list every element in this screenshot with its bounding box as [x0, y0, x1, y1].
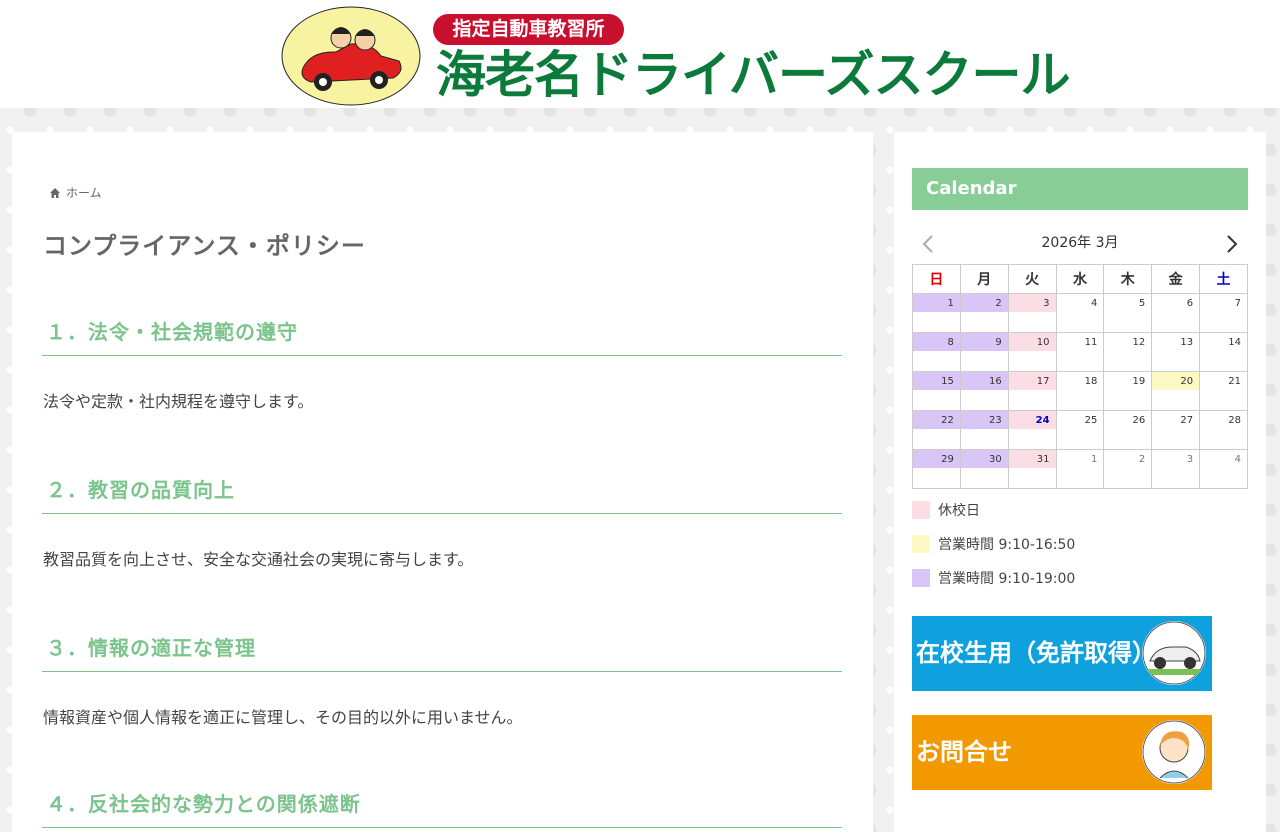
calendar-day: 22 — [912, 410, 961, 450]
section-heading: １．法令・社会規範の遵守 — [42, 316, 842, 356]
calendar-day: 15 — [912, 371, 961, 411]
breadcrumb-home-link[interactable]: ホーム — [66, 186, 102, 200]
calendar-widget-title: Calendar — [912, 168, 1248, 210]
calendar-day: 5 — [1103, 293, 1153, 333]
legend-swatch — [912, 501, 930, 519]
section-body: 情報資産や個人情報を適正に管理し、その目的以外に用いません。 — [43, 708, 523, 727]
section-2: ２．教習の品質向上 教習品質を向上させ、安全な交通社会の実現に寄与します。 — [42, 474, 842, 570]
section-heading: ４．反社会的な勢力との関係遮断 — [42, 788, 842, 828]
weekday-header: 土 — [1199, 264, 1248, 294]
calendar-day: 8 — [912, 332, 961, 372]
calendar-day: 2 — [1103, 449, 1153, 489]
page-title: コンプライアンス・ポリシー — [43, 232, 366, 260]
calendar-day: 29 — [912, 449, 961, 489]
operator-illustration-icon — [1142, 720, 1206, 784]
weekday-header: 金 — [1151, 264, 1201, 294]
calendar-day: 26 — [1103, 410, 1153, 450]
designated-school-pill: 指定自動車教習所 — [433, 14, 624, 45]
school-logo[interactable] — [281, 6, 421, 106]
calendar-day: 11 — [1055, 332, 1105, 372]
calendar-day: 23 — [959, 410, 1009, 450]
section-4: ４．反社会的な勢力との関係遮断 — [42, 788, 842, 828]
calendar-day: 18 — [1055, 371, 1105, 411]
main-content: ホーム コンプライアンス・ポリシー １．法令・社会規範の遵守 法令や定款・社内規… — [12, 132, 873, 832]
legend-label: 営業時間 9:10-19:00 — [938, 571, 1076, 587]
calendar-day: 6 — [1151, 293, 1201, 333]
calendar-day: 3 — [1151, 449, 1201, 489]
calendar-day: 14 — [1199, 332, 1248, 372]
legend-label: 営業時間 9:10-16:50 — [938, 537, 1076, 553]
calendar-day: 3 — [1007, 293, 1057, 333]
section-heading: ３．情報の適正な管理 — [42, 632, 842, 672]
calendar-day: 16 — [959, 371, 1009, 411]
calendar-day: 28 — [1199, 410, 1248, 450]
car-illustration-icon — [1142, 621, 1206, 685]
calendar-day: 25 — [1055, 410, 1105, 450]
section-body: 法令や定款・社内規程を遵守します。 — [43, 392, 314, 411]
calendar-day: 4 — [1199, 449, 1248, 489]
calendar-day: 2 — [959, 293, 1009, 333]
student-banner-label: 在校生用（免許取得） — [916, 639, 1156, 667]
school-name-logo[interactable]: 海老名ドライバーズスクール — [436, 46, 1070, 104]
legend-hours-short: 営業時間 9:10-16:50 — [912, 534, 1075, 554]
contact-banner-label: お問合せ — [916, 738, 1012, 766]
student-banner-link[interactable]: 在校生用（免許取得） — [912, 616, 1212, 691]
section-heading: ２．教習の品質向上 — [42, 474, 842, 514]
calendar-day: 1 — [1055, 449, 1105, 489]
breadcrumb: ホーム — [50, 184, 102, 201]
section-1: １．法令・社会規範の遵守 法令や定款・社内規程を遵守します。 — [42, 316, 842, 412]
chevron-right-icon[interactable] — [1224, 234, 1240, 254]
calendar-day: 19 — [1103, 371, 1153, 411]
calendar-month-caption: 2026年 3月 — [1041, 235, 1119, 251]
calendar-day-today: 24 — [1007, 410, 1057, 450]
section-3: ３．情報の適正な管理 情報資産や個人情報を適正に管理し、その目的以外に用いません… — [42, 632, 842, 728]
calendar-day: 7 — [1199, 293, 1248, 333]
calendar-day: 20 — [1151, 371, 1201, 411]
site-header: 指定自動車教習所 海老名ドライバーズスクール — [0, 0, 1280, 108]
legend-label: 休校日 — [938, 503, 980, 519]
calendar-day: 13 — [1151, 332, 1201, 372]
calendar-day: 10 — [1007, 332, 1057, 372]
calendar-day: 17 — [1007, 371, 1057, 411]
home-icon — [50, 188, 60, 198]
calendar-day: 9 — [959, 332, 1009, 372]
sidebar: Calendar 2026年 3月 日 月 火 水 木 金 土 1 2 3 4 — [894, 132, 1266, 832]
weekday-header: 水 — [1055, 264, 1105, 294]
contact-banner-link[interactable]: お問合せ — [912, 715, 1212, 790]
calendar-day: 4 — [1055, 293, 1105, 333]
calendar-day: 21 — [1199, 371, 1248, 411]
legend-closed-day: 休校日 — [912, 500, 980, 520]
weekday-header: 日 — [912, 264, 961, 294]
legend-hours-long: 営業時間 9:10-19:00 — [912, 568, 1075, 588]
calendar-day: 1 — [912, 293, 961, 333]
weekday-header: 木 — [1103, 264, 1153, 294]
calendar-table: 日 月 火 水 木 金 土 1 2 3 4 5 6 7 8 9 10 11 12… — [912, 264, 1248, 489]
calendar-day: 12 — [1103, 332, 1153, 372]
calendar-day: 31 — [1007, 449, 1057, 489]
legend-swatch — [912, 535, 930, 553]
legend-swatch — [912, 569, 930, 587]
section-body: 教習品質を向上させ、安全な交通社会の実現に寄与します。 — [43, 550, 474, 569]
calendar-day: 30 — [959, 449, 1009, 489]
calendar-day: 27 — [1151, 410, 1201, 450]
weekday-header: 火 — [1007, 264, 1057, 294]
weekday-header: 月 — [959, 264, 1009, 294]
